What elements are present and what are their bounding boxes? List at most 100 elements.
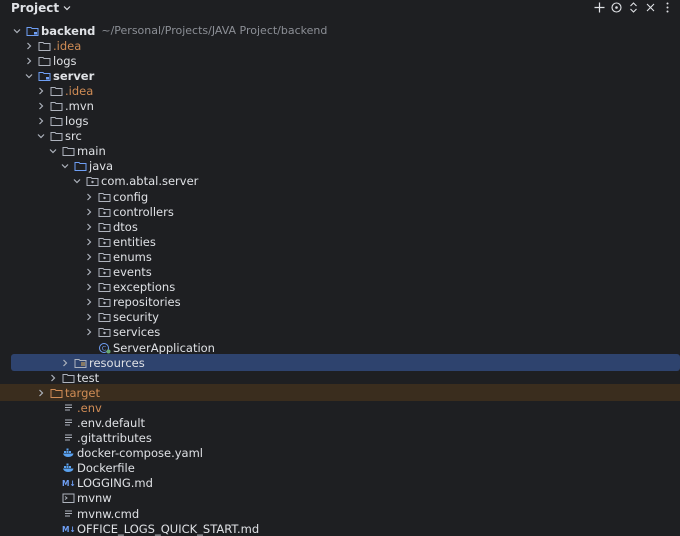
tree-node[interactable]: .env.default bbox=[0, 415, 680, 430]
tree-node-label: main bbox=[77, 144, 106, 159]
chevron-down-icon[interactable] bbox=[48, 146, 58, 156]
tree-node[interactable]: main bbox=[0, 144, 680, 159]
tree-node[interactable]: entities bbox=[0, 234, 680, 249]
tree-node[interactable]: src bbox=[0, 129, 680, 144]
close-icon[interactable] bbox=[644, 1, 657, 14]
folder-icon bbox=[50, 85, 63, 97]
locate-icon[interactable] bbox=[610, 1, 623, 14]
expand-collapse-icon[interactable] bbox=[627, 1, 640, 14]
tree-node[interactable]: docker-compose.yaml bbox=[0, 446, 680, 461]
package-icon bbox=[98, 191, 111, 203]
tree-node[interactable]: logs bbox=[0, 53, 680, 68]
tree-node[interactable]: M↓ LOGGING.md bbox=[0, 476, 680, 491]
chevron-right-icon[interactable] bbox=[36, 86, 46, 96]
tree-node-label: resources bbox=[89, 355, 145, 370]
chevron-down-icon[interactable] bbox=[36, 131, 46, 141]
tree-node[interactable]: exceptions bbox=[0, 280, 680, 295]
tree-node[interactable]: server bbox=[0, 68, 680, 83]
tree-node[interactable]: mvnw bbox=[0, 491, 680, 506]
chevron-right-icon[interactable] bbox=[84, 207, 94, 217]
tree-node[interactable]: .idea bbox=[0, 38, 680, 53]
chevron-right-icon[interactable] bbox=[24, 41, 34, 51]
package-icon bbox=[98, 251, 111, 263]
tree-node[interactable]: test bbox=[0, 370, 680, 385]
package-icon bbox=[98, 281, 111, 293]
docker-icon bbox=[62, 462, 75, 474]
chevron-right-icon[interactable] bbox=[84, 297, 94, 307]
panel-title: Project bbox=[11, 1, 60, 15]
tree-node[interactable]: resources bbox=[0, 354, 680, 372]
tree-node[interactable]: backend ~/Personal/Projects/JAVA Project/… bbox=[0, 23, 680, 38]
tree-node[interactable]: java bbox=[0, 159, 680, 174]
chevron-right-icon[interactable] bbox=[84, 327, 94, 337]
tree-node[interactable]: Dockerfile bbox=[0, 461, 680, 476]
tree-node[interactable]: .mvn bbox=[0, 98, 680, 113]
chevron-down-icon[interactable] bbox=[72, 176, 82, 186]
chevron-right-icon[interactable] bbox=[84, 237, 94, 247]
tree-node[interactable]: logs bbox=[0, 114, 680, 129]
project-view-selector[interactable]: Project bbox=[11, 1, 72, 15]
project-toolbar: Project bbox=[0, 0, 680, 16]
chevron-right-icon[interactable] bbox=[24, 56, 34, 66]
tree-node-label: OFFICE_LOGS_QUICK_START.md bbox=[77, 521, 260, 536]
tree-node[interactable]: M↓ OFFICE_LOGS_QUICK_START.md bbox=[0, 521, 680, 536]
tree-node[interactable]: events bbox=[0, 265, 680, 280]
chevron-right-icon[interactable] bbox=[36, 116, 46, 126]
tree-node-label: exceptions bbox=[113, 280, 176, 295]
chevron-right-icon[interactable] bbox=[36, 388, 46, 398]
tree-node[interactable]: controllers bbox=[0, 204, 680, 219]
markdown-icon: M↓ bbox=[62, 523, 75, 535]
tree-node-label: mvnw bbox=[77, 491, 112, 506]
tree-node[interactable]: com.abtal.server bbox=[0, 174, 680, 189]
chevron-down-icon[interactable] bbox=[12, 26, 22, 36]
tree-node-label: docker-compose.yaml bbox=[77, 446, 203, 461]
tree-node-label: events bbox=[113, 265, 152, 280]
tree-node-label: src bbox=[65, 129, 82, 144]
chevron-right-icon[interactable] bbox=[84, 222, 94, 232]
chevron-right-icon[interactable] bbox=[36, 101, 46, 111]
tree-node-label: .idea bbox=[65, 83, 94, 98]
package-icon bbox=[98, 311, 111, 323]
tree-node[interactable]: enums bbox=[0, 249, 680, 264]
tree-node[interactable]: target bbox=[0, 384, 680, 402]
svg-text:M↓: M↓ bbox=[62, 479, 75, 488]
chevron-right-icon[interactable] bbox=[48, 373, 58, 383]
tree-node[interactable]: .gitattributes bbox=[0, 431, 680, 446]
tree-node-label: test bbox=[77, 370, 100, 385]
tree-node[interactable]: security bbox=[0, 310, 680, 325]
tree-node[interactable]: repositories bbox=[0, 295, 680, 310]
chevron-down-icon[interactable] bbox=[60, 161, 70, 171]
tree-node-label: enums bbox=[113, 249, 152, 264]
tree-node[interactable]: services bbox=[0, 325, 680, 340]
more-icon[interactable] bbox=[661, 1, 674, 14]
tree-node-label: .gitattributes bbox=[77, 431, 152, 446]
chevron-right-icon[interactable] bbox=[84, 312, 94, 322]
tree-node-label: controllers bbox=[113, 204, 174, 219]
chevron-right-icon[interactable] bbox=[60, 358, 70, 368]
chevron-down-icon[interactable] bbox=[24, 71, 34, 81]
tree-node[interactable]: .env bbox=[0, 400, 680, 415]
chevron-right-icon[interactable] bbox=[84, 252, 94, 262]
tree-node[interactable]: C ServerApplication bbox=[0, 340, 680, 355]
tree-node[interactable]: dtos bbox=[0, 219, 680, 234]
tree-node-label: security bbox=[113, 310, 159, 325]
package-icon bbox=[98, 206, 111, 218]
tree-node[interactable]: mvnw.cmd bbox=[0, 506, 680, 521]
add-icon[interactable] bbox=[593, 1, 606, 14]
text-file-icon bbox=[62, 508, 75, 520]
tree-node-label: logs bbox=[65, 114, 89, 129]
folder-icon bbox=[62, 372, 75, 384]
module-folder-icon bbox=[38, 70, 51, 82]
tree-node[interactable]: .idea bbox=[0, 83, 680, 98]
spring-class-icon: C bbox=[98, 342, 111, 354]
toolbar-actions bbox=[593, 1, 674, 14]
chevron-right-icon[interactable] bbox=[84, 267, 94, 277]
chevron-right-icon[interactable] bbox=[84, 192, 94, 202]
chevron-right-icon[interactable] bbox=[84, 282, 94, 292]
tree-node-label: Dockerfile bbox=[77, 461, 135, 476]
tree-node[interactable]: config bbox=[0, 189, 680, 204]
module-folder-icon bbox=[26, 25, 39, 37]
shell-script-icon bbox=[62, 492, 75, 504]
folder-icon bbox=[62, 145, 75, 157]
package-icon bbox=[98, 266, 111, 278]
